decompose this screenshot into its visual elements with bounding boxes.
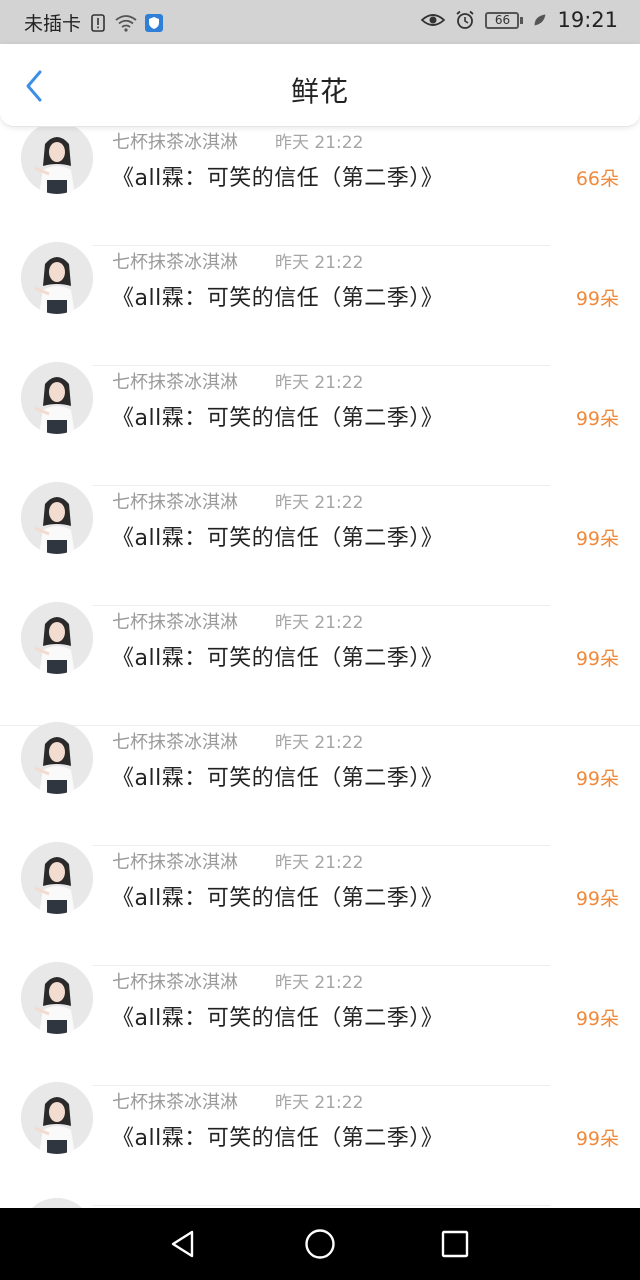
flower-list[interactable]: 七杯抹茶冰淇淋 昨天 21:22 《all霖：可笑的信任（第二季）》 66朵 七… [0, 126, 640, 1208]
clock: 19:21 [557, 8, 618, 32]
back-triangle-icon [171, 1230, 194, 1258]
recents-square-icon [441, 1230, 469, 1258]
status-right: 66 19:21 [421, 8, 618, 32]
avatar-image [21, 722, 93, 794]
list-item[interactable]: 七杯抹茶冰淇淋 昨天 21:22 《all霖：可笑的信任（第二季）》 99朵 [0, 962, 640, 1086]
list-item[interactable]: 七杯抹茶冰淇淋 昨天 21:22 《all霖：可笑的信任（第二季）》 99朵 [0, 722, 640, 846]
nav-home-button[interactable] [302, 1226, 338, 1262]
timestamp: 昨天 21:22 [275, 613, 364, 633]
timestamp: 昨天 21:22 [275, 133, 364, 153]
flower-count: 99朵 [575, 768, 619, 790]
sim-alert-icon [91, 13, 105, 32]
list-item[interactable]: 七杯抹茶冰淇淋 昨天 21:22 《all霖：可笑的信任（第二季）》 99朵 [0, 242, 640, 366]
avatar-image [21, 362, 93, 434]
avatar[interactable] [21, 722, 93, 794]
sender-name: 七杯抹茶冰淇淋 [112, 1092, 238, 1113]
timestamp: 昨天 21:22 [275, 373, 364, 393]
leaf-icon [535, 14, 546, 26]
avatar-image [21, 602, 93, 674]
sender-name: 七杯抹茶冰淇淋 [112, 732, 238, 753]
book-title[interactable]: 《all霖：可笑的信任（第二季）》 [112, 880, 443, 912]
list-item-partial[interactable] [0, 1198, 640, 1208]
flower-count: 99朵 [575, 288, 619, 310]
nav-recents-button[interactable] [437, 1226, 473, 1262]
timestamp: 昨天 21:22 [275, 973, 364, 993]
carrier-label: 未插卡 [24, 13, 82, 35]
avatar[interactable] [21, 126, 93, 194]
list-item[interactable]: 七杯抹茶冰淇淋 昨天 21:22 《all霖：可笑的信任（第二季）》 66朵 [0, 126, 640, 246]
book-title[interactable]: 《all霖：可笑的信任（第二季）》 [112, 640, 443, 672]
avatar[interactable] [21, 1198, 93, 1208]
page-title: 鲜花 [290, 75, 349, 108]
timestamp: 昨天 21:22 [275, 853, 364, 873]
avatar[interactable] [21, 482, 93, 554]
book-title[interactable]: 《all霖：可笑的信任（第二季）》 [112, 160, 443, 192]
list-item[interactable]: 七杯抹茶冰淇淋 昨天 21:22 《all霖：可笑的信任（第二季）》 99朵 [0, 362, 640, 486]
timestamp: 昨天 21:22 [275, 1093, 364, 1113]
battery-level: 66 [485, 11, 520, 29]
avatar[interactable] [21, 962, 93, 1034]
timestamp: 昨天 21:22 [275, 493, 364, 513]
sender-name: 七杯抹茶冰淇淋 [112, 372, 238, 393]
avatar-image [21, 962, 93, 1034]
avatar-image [21, 1082, 93, 1154]
sender-name: 七杯抹茶冰淇淋 [112, 492, 238, 513]
wifi-icon [115, 14, 137, 32]
list-item[interactable]: 七杯抹茶冰淇淋 昨天 21:22 《all霖：可笑的信任（第二季）》 99朵 [0, 602, 640, 726]
sender-name: 七杯抹茶冰淇淋 [112, 612, 238, 633]
avatar[interactable] [21, 842, 93, 914]
sender-name: 七杯抹茶冰淇淋 [112, 852, 238, 873]
book-title[interactable]: 《all霖：可笑的信任（第二季）》 [112, 520, 443, 552]
avatar[interactable] [21, 362, 93, 434]
timestamp: 昨天 21:22 [275, 733, 364, 753]
home-circle-icon [305, 1229, 335, 1259]
flower-count: 99朵 [575, 648, 619, 670]
avatar[interactable] [21, 242, 93, 314]
avatar[interactable] [21, 1082, 93, 1154]
flower-count: 66朵 [575, 168, 619, 190]
book-title[interactable]: 《all霖：可笑的信任（第二季）》 [112, 1120, 443, 1152]
avatar-image [21, 126, 93, 194]
status-bar: 未插卡 66 19:21 [0, 0, 640, 44]
app-header: 鲜花 [0, 44, 640, 127]
book-title[interactable]: 《all霖：可笑的信任（第二季）》 [112, 280, 443, 312]
sender-name: 七杯抹茶冰淇淋 [112, 972, 238, 993]
list-item[interactable]: 七杯抹茶冰淇淋 昨天 21:22 《all霖：可笑的信任（第二季）》 99朵 [0, 1082, 640, 1206]
nav-back-button[interactable] [165, 1226, 201, 1262]
sender-name: 七杯抹茶冰淇淋 [112, 132, 238, 153]
avatar-image [21, 242, 93, 314]
avatar-image [21, 482, 93, 554]
avatar-image [21, 842, 93, 914]
status-left: 未插卡 [24, 9, 164, 36]
shield-icon [145, 13, 164, 32]
eye-icon [421, 14, 446, 26]
system-nav-bar [0, 1208, 640, 1280]
flower-count: 99朵 [575, 1008, 619, 1030]
book-title[interactable]: 《all霖：可笑的信任（第二季）》 [112, 1000, 443, 1032]
avatar-image [21, 1198, 93, 1208]
flower-count: 99朵 [575, 408, 619, 430]
book-title[interactable]: 《all霖：可笑的信任（第二季）》 [112, 760, 443, 792]
flower-count: 99朵 [575, 1128, 619, 1150]
timestamp: 昨天 21:22 [275, 253, 364, 273]
list-item[interactable]: 七杯抹茶冰淇淋 昨天 21:22 《all霖：可笑的信任（第二季）》 99朵 [0, 482, 640, 606]
flower-count: 99朵 [575, 888, 619, 910]
book-title[interactable]: 《all霖：可笑的信任（第二季）》 [112, 400, 443, 432]
list-item[interactable]: 七杯抹茶冰淇淋 昨天 21:22 《all霖：可笑的信任（第二季）》 99朵 [0, 842, 640, 966]
battery-icon: 66 [485, 11, 524, 29]
sender-name: 七杯抹茶冰淇淋 [112, 252, 238, 273]
flower-count: 99朵 [575, 528, 619, 550]
avatar[interactable] [21, 602, 93, 674]
alarm-icon [456, 10, 475, 29]
